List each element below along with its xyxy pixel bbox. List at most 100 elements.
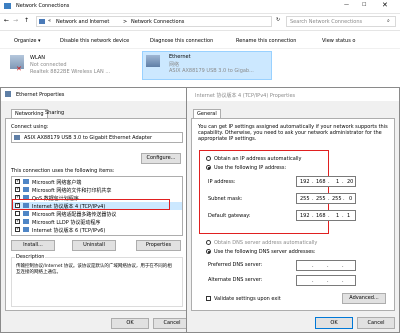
description-group: Description 传输控制协议/Internet 协议。该协议是默认的广域… [11, 254, 183, 307]
ip-address-field[interactable]: 192 . 168 . 1 . 20 [296, 176, 356, 187]
dialog-title: Ethernet Properties [16, 92, 65, 98]
item-checkbox[interactable] [15, 211, 20, 216]
item-checkbox[interactable] [15, 218, 20, 224]
use-dns-radio[interactable] [206, 249, 211, 254]
use-following-radio[interactable] [206, 165, 211, 170]
breadcrumb-network-connections[interactable]: Network Connections [131, 19, 184, 25]
file-sharing-icon [23, 187, 29, 192]
dialog-title-bar: Internet 协议版本 4 (TCP/IPv4) Properties [187, 88, 399, 101]
ipv4-highlight-box [12, 199, 170, 210]
address-bar-row: ← → ↑ « Network and Internet > Network C… [0, 14, 400, 31]
item-checkbox[interactable] [15, 226, 20, 232]
close-icon[interactable]: ✕ [382, 1, 388, 9]
default-gateway-label: Default gateway: [208, 213, 251, 219]
search-icon[interactable]: ⌕ [387, 18, 390, 24]
tab-sharing[interactable]: Sharing [45, 110, 64, 116]
title-bar: Network Connections — ☐ ✕ [0, 0, 400, 14]
ip-settings-highlight-box [199, 150, 329, 234]
refresh-icon[interactable]: ↻ [276, 17, 280, 23]
up-arrow-icon[interactable]: ↑ [24, 17, 29, 24]
maximize-button[interactable]: ☐ [362, 2, 366, 8]
obtain-auto-radio[interactable] [206, 156, 211, 161]
command-bar: Organize ▾ Disable this network device D… [0, 31, 400, 49]
toolbar-organize[interactable]: Organize ▾ [14, 38, 41, 44]
connect-using-label: Connect using: [11, 124, 49, 130]
general-panel: You can get IP settings assigned automat… [191, 118, 395, 311]
adapter-name: WLAN [30, 55, 46, 61]
tab-networking[interactable]: Networking [11, 109, 48, 118]
toolbar-disable-device[interactable]: Disable this network device [60, 38, 129, 44]
use-following-label: Use the following IP address: [214, 165, 287, 171]
protocol-icon [23, 219, 29, 224]
ok-button[interactable]: OK [315, 317, 353, 329]
networking-panel: Connect using: ASIX AX88179 USB 3.0 to G… [5, 118, 190, 311]
alternate-dns-field[interactable]: . . . [296, 275, 356, 286]
network-client-icon [23, 179, 29, 184]
obtain-dns-radio[interactable] [206, 240, 211, 245]
subnet-mask-field[interactable]: 255 . 255 . 255 . 0 [296, 193, 356, 204]
item-label: Microsoft 网络的文件和打印机共享 [32, 188, 112, 194]
adapter-ethernet[interactable]: Ethernet 网络 ASIX AX88179 USB 3.0 to Giga… [142, 51, 272, 80]
tab-general[interactable]: General [193, 109, 221, 118]
adapter-field: ASIX AX88179 USB 3.0 to Gigabit Ethernet… [11, 132, 183, 143]
description-label: Description [15, 254, 46, 260]
validate-checkbox[interactable] [206, 296, 211, 301]
adapter-name: Ethernet [169, 54, 191, 60]
adapter-name: ASIX AX88179 USB 3.0 to Gigabit Ethernet… [24, 135, 153, 141]
install-button[interactable]: Install... [11, 240, 55, 251]
item-checkbox[interactable] [15, 186, 20, 192]
breadcrumb-network-and-internet[interactable]: Network and Internet [56, 19, 109, 25]
uninstall-button[interactable]: Uninstall [72, 240, 116, 251]
adapter-status: 网络 [169, 62, 180, 68]
adapter-wlan[interactable]: ✕ WLAN Not connected Realtek 8822BE Wire… [8, 53, 138, 81]
ethernet-properties-dialog: Ethernet Properties Networking Sharing C… [0, 87, 194, 333]
preferred-dns-field[interactable]: . . . [296, 260, 356, 271]
list-item[interactable]: Microsoft 网络的文件和打印机共享 [12, 186, 182, 194]
adapter-device: ASIX AX88179 USB 3.0 to Gigab... [169, 68, 254, 74]
item-checkbox[interactable] [15, 178, 20, 184]
list-item[interactable]: Microsoft LLDP 协议驱动程序 [12, 218, 182, 226]
list-item[interactable]: Microsoft 网络客户端 [12, 178, 182, 186]
toolbar-view-status[interactable]: View status o [322, 38, 355, 44]
subnet-mask-label: Subnet mask: [208, 196, 243, 202]
ok-button[interactable]: OK [111, 318, 149, 329]
search-placeholder: Search Network Connections [290, 19, 363, 25]
intro-text: You can get IP settings assigned automat… [198, 124, 388, 142]
item-label: Microsoft LLDP 协议驱动程序 [32, 220, 101, 226]
default-gateway-field[interactable]: 192 . 168 . 1 . 1 [296, 210, 356, 221]
minimize-button[interactable]: — [344, 2, 349, 8]
protocol-icon [23, 211, 29, 216]
disconnected-x-icon: ✕ [16, 65, 22, 73]
breadcrumb[interactable]: « Network and Internet > Network Connect… [36, 16, 272, 27]
adapter-status: Not connected [30, 62, 67, 68]
protocol-icon [23, 227, 29, 232]
items-label: This connection uses the following items… [11, 168, 115, 174]
item-label: Internet 协议版本 6 (TCP/IPv6) [32, 228, 106, 234]
ipv4-properties-dialog: Internet 协议版本 4 (TCP/IPv4) Properties Ge… [186, 87, 400, 333]
ip-address-label: IP address: [208, 179, 236, 185]
obtain-auto-label: Obtain an IP address automatically [214, 156, 302, 162]
cancel-button[interactable]: Cancel [357, 317, 395, 329]
list-item[interactable]: Microsoft 网络适配器多路传送器协议 [12, 210, 182, 218]
dialog-title: Internet 协议版本 4 (TCP/IPv4) Properties [195, 93, 296, 99]
back-arrow-icon[interactable]: ← [4, 17, 9, 24]
configure-button[interactable]: Configure... [141, 153, 181, 164]
window-title: Network Connections [16, 3, 70, 9]
ethernet-computer-icon [146, 55, 160, 67]
validate-label: Validate settings upon exit [214, 296, 281, 302]
search-input[interactable]: Search Network Connections ⌕ [286, 16, 396, 27]
network-folder-icon [4, 3, 11, 9]
toolbar-diagnose[interactable]: Diagnose this connection [150, 38, 213, 44]
toolbar-rename[interactable]: Rename this connection [236, 38, 296, 44]
list-item[interactable]: Internet 协议版本 6 (TCP/IPv6) [12, 226, 182, 234]
dialog-title-bar: Ethernet Properties [1, 88, 193, 101]
use-dns-label: Use the following DNS server addresses: [214, 249, 316, 255]
obtain-dns-label: Obtain DNS server address automatically [214, 240, 318, 246]
item-label: Microsoft 网络适配器多路传送器协议 [32, 212, 117, 218]
ethernet-adapter-icon [5, 91, 11, 97]
properties-button[interactable]: Properties [136, 240, 181, 251]
advanced-button[interactable]: Advanced... [342, 293, 386, 304]
adapter-device: Realtek 8822BE Wireless LAN ... [30, 69, 111, 75]
network-card-icon [14, 135, 20, 140]
forward-arrow-icon[interactable]: → [13, 17, 18, 24]
